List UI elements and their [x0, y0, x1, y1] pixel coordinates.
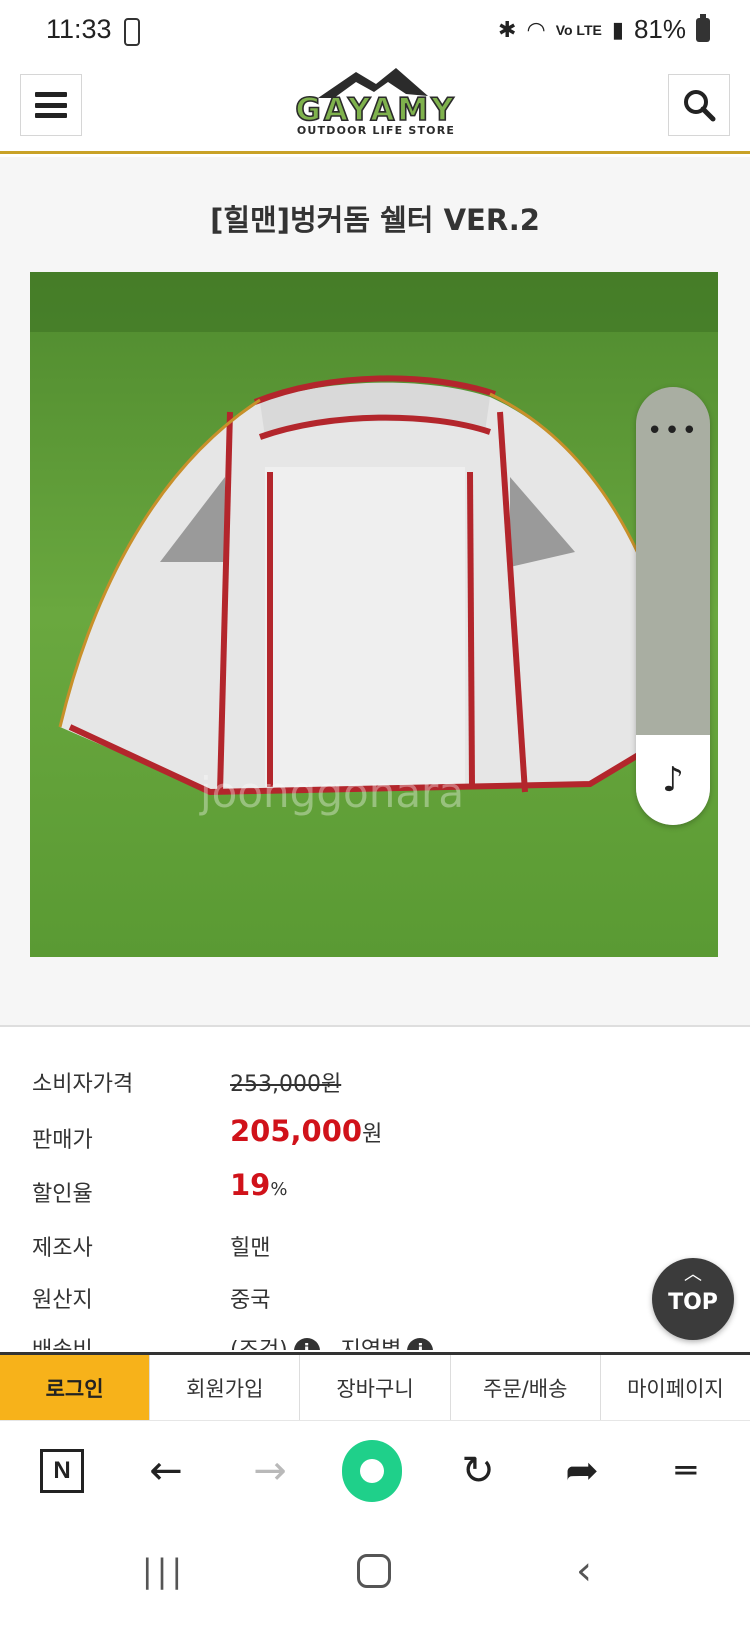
- info-row-consumer-price: 소비자가격 253,000원: [0, 1066, 750, 1106]
- sale-price-wrap: 205,000원: [230, 1114, 382, 1148]
- arrow-left-icon: ←: [149, 1448, 183, 1494]
- volte-icon: Vo LTE: [555, 21, 602, 38]
- info-label: 제조사: [32, 1236, 93, 1261]
- recent-apps-icon: |||: [141, 1552, 187, 1590]
- green-home-icon: [342, 1440, 402, 1502]
- hamburger-icon: [35, 92, 67, 118]
- share-button[interactable]: ➦: [552, 1443, 612, 1499]
- back-button[interactable]: ←: [136, 1443, 196, 1499]
- info-label: 할인율: [32, 1182, 93, 1207]
- bluetooth-icon: ✱: [498, 16, 517, 42]
- menu-signup[interactable]: 회원가입: [150, 1355, 301, 1420]
- status-bar: 11:33 ✱ ◠ Vo LTE ▮ 81%: [0, 0, 750, 66]
- menu-lines-icon: ═: [675, 1451, 697, 1491]
- search-button[interactable]: [668, 74, 730, 136]
- manufacturer: 힐맨: [230, 1236, 271, 1261]
- menu-mypage[interactable]: 마이페이지: [601, 1355, 750, 1420]
- menu-button[interactable]: [20, 74, 82, 136]
- battery-icon: [696, 13, 710, 42]
- signal-icon: ▮: [611, 16, 624, 42]
- discount-unit: %: [270, 1179, 288, 1200]
- status-icons: ✱ ◠ Vo LTE ▮ 81%: [498, 13, 710, 45]
- origin: 중국: [230, 1288, 271, 1313]
- naver-n-icon: N: [40, 1449, 84, 1493]
- browser-menu-button[interactable]: ═: [656, 1443, 716, 1499]
- forward-button[interactable]: →: [240, 1443, 300, 1499]
- arrow-right-icon: →: [253, 1448, 287, 1494]
- music-note-icon: ♪: [662, 760, 684, 800]
- logo-text: GAYAMY: [295, 91, 457, 129]
- product-info-table: 소비자가격 253,000원 판매가 205,000원 할인율 19% 제조사 …: [0, 1030, 750, 1350]
- home-icon: [357, 1554, 391, 1588]
- site-logo[interactable]: GAYAMY OUTDOOR LIFE STORE: [278, 68, 474, 142]
- info-label: 배송비: [32, 1332, 93, 1350]
- menu-orders[interactable]: 주문/배송: [451, 1355, 601, 1420]
- site-bottom-menu: 로그인 회원가입 장바구니 주문/배송 마이페이지: [0, 1352, 750, 1420]
- info-label: 소비자가격: [32, 1072, 134, 1097]
- top-label: TOP: [668, 1290, 718, 1315]
- chevron-left-icon: ‹: [576, 1548, 592, 1594]
- product-image[interactable]: joonggonara: [30, 272, 718, 957]
- shipping-wrap: (조건) i 지역별 i: [230, 1332, 434, 1350]
- more-icon[interactable]: •••: [636, 418, 710, 444]
- naver-button[interactable]: N: [32, 1443, 92, 1499]
- system-nav-bar: ||| ‹: [0, 1520, 750, 1625]
- music-button[interactable]: ♪: [636, 735, 710, 825]
- menu-cart[interactable]: 장바구니: [300, 1355, 451, 1420]
- refresh-button[interactable]: ↻: [448, 1443, 508, 1499]
- share-icon: ➦: [565, 1448, 599, 1494]
- consumer-price: 253,000원: [230, 1072, 342, 1097]
- system-home-button[interactable]: [334, 1546, 414, 1596]
- info-label: 판매가: [32, 1128, 93, 1153]
- sale-price: 205,000: [230, 1114, 363, 1148]
- info-row-sale-price: 판매가 205,000원: [0, 1114, 750, 1154]
- info-row-origin: 원산지 중국: [0, 1282, 750, 1322]
- screen: 11:33 ✱ ◠ Vo LTE ▮ 81% GAYAMY OUTDOOR LI…: [0, 0, 750, 1625]
- discount-wrap: 19%: [230, 1168, 287, 1202]
- site-header: GAYAMY OUTDOOR LIFE STORE: [0, 66, 750, 154]
- info-row-shipping: 배송비 (조건) i 지역별 i: [0, 1332, 750, 1350]
- tent-photo: joonggonara: [30, 272, 718, 957]
- info-label: 원산지: [32, 1288, 93, 1313]
- system-back-button[interactable]: ‹: [544, 1546, 624, 1596]
- battery-text: 81%: [633, 14, 686, 44]
- scroll-top-button[interactable]: ︿ TOP: [652, 1258, 734, 1340]
- phone-icon: [124, 18, 140, 46]
- recent-apps-button[interactable]: |||: [124, 1546, 204, 1596]
- logo-subtext: OUTDOOR LIFE STORE: [296, 124, 456, 137]
- product-title: [힐맨]벙커돔 쉘터 VER.2: [210, 203, 540, 237]
- shipping-region: 지역별: [341, 1338, 402, 1350]
- info-row-manufacturer: 제조사 힐맨: [0, 1230, 750, 1270]
- chevron-up-icon: ︿: [684, 1264, 702, 1285]
- info-icon[interactable]: i: [407, 1338, 434, 1350]
- menu-login[interactable]: 로그인: [0, 1355, 151, 1420]
- sale-price-unit: 원: [362, 1122, 383, 1147]
- home-button[interactable]: [342, 1440, 402, 1502]
- browser-toolbar: N ← → ↻ ➦ ═: [0, 1420, 750, 1520]
- wifi-icon: ◠: [526, 16, 546, 42]
- watermark-text: joonggonara: [199, 768, 464, 817]
- floating-panel[interactable]: ••• ♪: [636, 387, 710, 825]
- search-icon: [684, 90, 716, 122]
- shipping-condition: (조건): [230, 1338, 288, 1350]
- status-time: 11:33: [46, 14, 112, 44]
- discount-rate: 19: [230, 1168, 271, 1202]
- refresh-icon: ↻: [461, 1448, 495, 1494]
- info-row-discount: 할인율 19%: [0, 1168, 750, 1208]
- info-icon[interactable]: i: [293, 1338, 320, 1350]
